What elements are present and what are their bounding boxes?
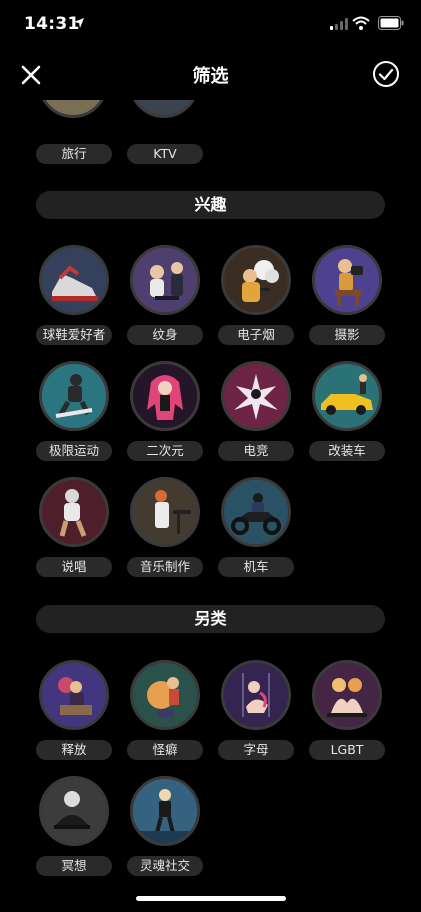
extreme-sport-icon	[39, 361, 109, 431]
tag-label: 摄影	[309, 325, 385, 345]
section-header-alternative: 另类	[36, 605, 385, 633]
tag-label: 字母	[218, 740, 294, 760]
release-icon	[39, 660, 109, 730]
tag-extreme-sports[interactable]: 极限运动	[36, 361, 112, 467]
nav-bar: 筛选	[0, 48, 421, 100]
tag-ktv[interactable]: KTV	[127, 144, 203, 164]
tag-lgbt[interactable]: LGBT	[309, 660, 385, 766]
tag-label: 极限运动	[36, 441, 112, 461]
tag-label: LGBT	[309, 740, 385, 760]
fetish-icon	[130, 660, 200, 730]
tag-fetish[interactable]: 怪癖	[127, 660, 203, 766]
filter-scroll-area[interactable]: 旅行 KTV 兴趣 球鞋爱好者 纹身 电子烟 摄影 极限运动 二次元 电竞 改装…	[0, 100, 421, 912]
tag-label: 释放	[36, 740, 112, 760]
tag-tattoo[interactable]: 纹身	[127, 245, 203, 351]
tag-esports[interactable]: 电竞	[218, 361, 294, 467]
tag-music-production[interactable]: 音乐制作	[127, 477, 203, 583]
tag-meditation[interactable]: 冥想	[36, 776, 112, 882]
music-production-icon	[130, 477, 200, 547]
confirm-check-icon[interactable]	[372, 60, 400, 88]
status-bar: 14:31	[0, 0, 421, 48]
ktv-icon[interactable]	[129, 100, 199, 118]
lgbt-icon	[312, 660, 382, 730]
tag-label: 音乐制作	[127, 557, 203, 577]
tag-label: 冥想	[36, 856, 112, 876]
camera-icon	[312, 245, 382, 315]
battery-icon	[378, 16, 404, 30]
tag-label: 灵魂社交	[127, 856, 203, 876]
tag-label: 改装车	[309, 441, 385, 461]
status-time: 14:31	[24, 14, 80, 34]
home-indicator	[136, 896, 286, 901]
tag-travel[interactable]: 旅行	[36, 144, 112, 164]
meditation-icon	[39, 776, 109, 846]
tag-label: 电子烟	[218, 325, 294, 345]
section-header-interests: 兴趣	[36, 191, 385, 219]
tattoo-icon	[130, 245, 200, 315]
tag-label: 二次元	[127, 441, 203, 461]
tag-label: 怪癖	[127, 740, 203, 760]
tag-rap[interactable]: 说唱	[36, 477, 112, 583]
tag-motorcycle[interactable]: 机车	[218, 477, 294, 583]
tag-label: 说唱	[36, 557, 112, 577]
vape-icon	[221, 245, 291, 315]
tag-label: 纹身	[127, 325, 203, 345]
page-title: 筛选	[192, 66, 229, 87]
tag-letters[interactable]: 字母	[218, 660, 294, 766]
letters-icon	[221, 660, 291, 730]
tag-label: 电竞	[218, 441, 294, 461]
rap-icon	[39, 477, 109, 547]
anime-icon	[130, 361, 200, 431]
tag-vape[interactable]: 电子烟	[218, 245, 294, 351]
tag-modified-car[interactable]: 改装车	[309, 361, 385, 467]
esports-icon	[221, 361, 291, 431]
location-arrow-icon	[74, 18, 84, 28]
modified-car-icon	[312, 361, 382, 431]
tag-photography[interactable]: 摄影	[309, 245, 385, 351]
tag-release[interactable]: 释放	[36, 660, 112, 766]
soul-social-icon	[130, 776, 200, 846]
tag-soul-social[interactable]: 灵魂社交	[127, 776, 203, 882]
sneaker-icon	[39, 245, 109, 315]
motorcycle-icon	[221, 477, 291, 547]
wifi-icon	[352, 16, 370, 30]
tag-label: 机车	[218, 557, 294, 577]
tag-label: 球鞋爱好者	[36, 325, 112, 345]
travel-icon[interactable]	[38, 100, 108, 118]
cellular-signal-icon	[330, 18, 348, 30]
tag-anime[interactable]: 二次元	[127, 361, 203, 467]
tag-sneaker[interactable]: 球鞋爱好者	[36, 245, 112, 351]
